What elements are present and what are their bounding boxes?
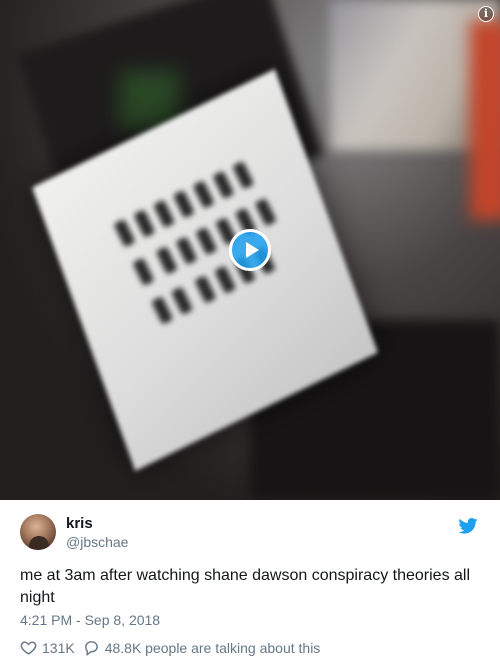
- avatar[interactable]: [20, 514, 56, 550]
- twitter-bird-icon[interactable]: [458, 518, 478, 534]
- tweet-video[interactable]: i: [0, 0, 500, 500]
- tweet-text: me at 3am after watching shane dawson co…: [20, 567, 471, 606]
- conversation-link[interactable]: 48.8K people are talking about this: [83, 639, 321, 656]
- play-icon[interactable]: [229, 229, 271, 271]
- tweet-card: kris @jbschae me at 3am after watching s…: [0, 500, 500, 671]
- author-name[interactable]: kris: [66, 515, 128, 533]
- like-count: 131K: [42, 639, 75, 656]
- like-button[interactable]: 131K: [20, 639, 75, 656]
- reply-bubble-icon: [84, 641, 98, 656]
- heart-icon: [20, 641, 37, 655]
- conversation-count: 48.8K people are talking about this: [104, 639, 321, 656]
- tweet-timestamp[interactable]: 4:21 PM - Sep 8, 2018: [20, 612, 160, 628]
- author-handle[interactable]: @jbschae: [66, 533, 128, 551]
- info-icon[interactable]: i: [478, 6, 494, 22]
- tweet-actions: 131K 48.8K people are talking about this: [20, 639, 328, 656]
- tweet-author[interactable]: kris @jbschae: [66, 515, 128, 551]
- video-frame-red-object: [470, 20, 500, 220]
